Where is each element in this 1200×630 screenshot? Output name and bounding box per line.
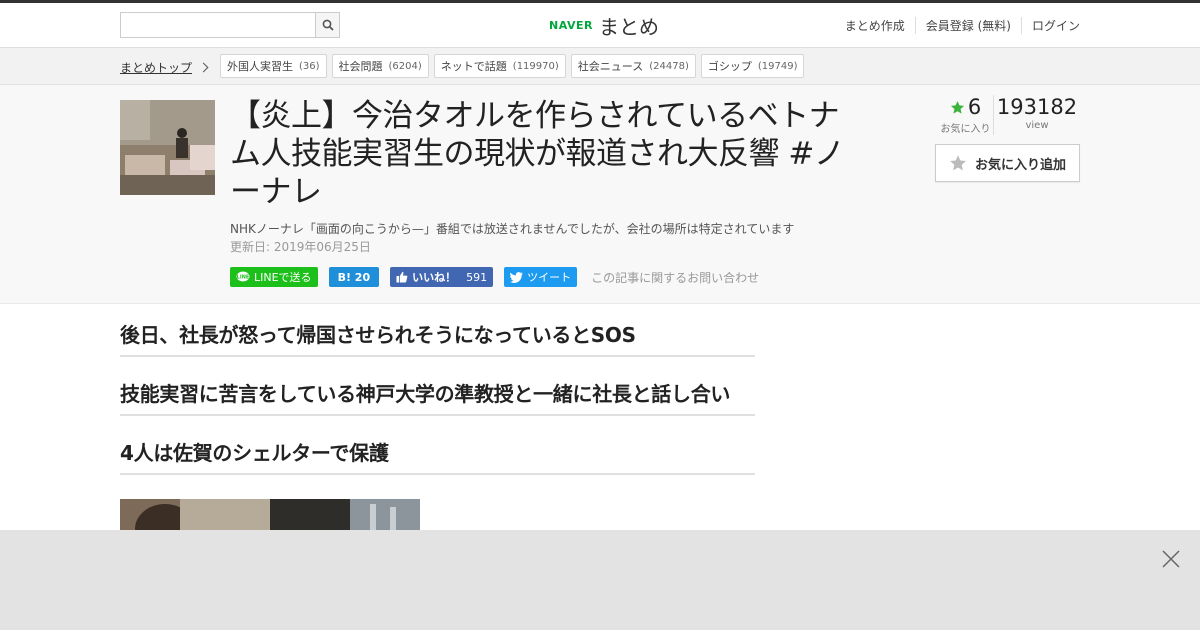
tag-count: (24478) bbox=[649, 60, 689, 72]
tag-count: (6204) bbox=[388, 60, 422, 72]
social-buttons: LINE LINEで送る B! 20 いいね！ 591 ツイート この記事に関す… bbox=[230, 267, 759, 287]
facebook-like-count: 591 bbox=[466, 270, 488, 284]
close-ad-button[interactable] bbox=[1162, 550, 1180, 568]
favorites-stat: 6 お気に入り bbox=[938, 95, 994, 135]
section-heading: 後日、社長が怒って帰国させられそうになっているとSOS bbox=[120, 319, 755, 357]
line-share-label: LINEで送る bbox=[254, 271, 312, 284]
article-content: 後日、社長が怒って帰国させられそうになっているとSOS 技能実習に苦言をしている… bbox=[120, 307, 755, 539]
add-favorite-button[interactable]: お気に入り追加 bbox=[935, 144, 1080, 182]
article-header: 【炎上】今治タオルを作らされているベトナム人技能実習生の現状が報道され大反響 #… bbox=[0, 85, 1200, 304]
tag-count: (36) bbox=[299, 60, 320, 72]
article-title: 【炎上】今治タオルを作らされているベトナム人技能実習生の現状が報道され大反響 #… bbox=[230, 98, 845, 210]
search-box bbox=[120, 12, 340, 38]
top-links: まとめ作成 会員登録 (無料) ログイン bbox=[845, 17, 1080, 34]
login-link[interactable]: ログイン bbox=[1020, 17, 1080, 34]
twitter-bird-icon bbox=[510, 271, 523, 283]
tag-label: 社会ニュース bbox=[577, 60, 644, 73]
tag-item[interactable]: ゴシップ (19749) bbox=[700, 54, 805, 78]
svg-text:LINE: LINE bbox=[237, 275, 250, 281]
favorites-label: お気に入り bbox=[940, 124, 991, 135]
facebook-like-button[interactable]: いいね！ 591 bbox=[390, 267, 494, 287]
thumbnail-image bbox=[120, 100, 215, 195]
tag-label: 外国人実習生 bbox=[227, 60, 293, 73]
logo-name: まとめ bbox=[598, 14, 659, 39]
close-icon bbox=[1162, 550, 1180, 568]
create-matome-link[interactable]: まとめ作成 bbox=[845, 17, 915, 34]
search-input[interactable] bbox=[121, 13, 316, 37]
ad-banner bbox=[0, 530, 1200, 630]
star-icon bbox=[950, 100, 964, 114]
hatena-bookmark-button[interactable]: B! 20 bbox=[328, 267, 380, 287]
facebook-like-label: いいね！ bbox=[412, 271, 457, 284]
tag-item[interactable]: 外国人実習生 (36) bbox=[220, 54, 327, 78]
tag-item[interactable]: 社会ニュース (24478) bbox=[570, 54, 696, 78]
article-thumbnail[interactable] bbox=[120, 100, 215, 195]
site-logo[interactable]: NAVER まとめ bbox=[549, 11, 659, 39]
line-icon: LINE bbox=[236, 271, 250, 282]
tweet-label: ツイート bbox=[527, 271, 572, 284]
tag-count: (19749) bbox=[757, 60, 798, 72]
tag-label: 社会問題 bbox=[338, 60, 383, 73]
breadcrumb-home-label: まとめトップ bbox=[120, 61, 193, 75]
tag-item[interactable]: 社会問題 (6204) bbox=[331, 54, 429, 78]
breadcrumb-home[interactable]: まとめトップ bbox=[120, 59, 209, 76]
line-share-button[interactable]: LINE LINEで送る bbox=[230, 267, 318, 287]
search-button[interactable] bbox=[315, 13, 339, 37]
views-label: view bbox=[1025, 120, 1049, 131]
top-bar: NAVER まとめ まとめ作成 会員登録 (無料) ログイン bbox=[0, 0, 1200, 48]
search-icon bbox=[322, 19, 334, 31]
contact-link[interactable]: この記事に関するお問い合わせ bbox=[591, 269, 759, 286]
tag-list: 外国人実習生 (36) 社会問題 (6204) ネットで話題 (119970) 社会ニ… bbox=[220, 54, 805, 78]
register-link[interactable]: 会員登録 (無料) bbox=[914, 17, 1021, 34]
tag-item[interactable]: ネットで話題 (119970) bbox=[433, 54, 566, 78]
favorites-count: 6 bbox=[967, 95, 982, 119]
section-heading: 4人は佐賀のシェルターで保護 bbox=[120, 437, 755, 475]
article-stats: 6 お気に入り 193182 view bbox=[938, 95, 1080, 135]
star-outline-icon bbox=[950, 155, 966, 171]
views-stat: 193182 view bbox=[994, 95, 1080, 135]
tag-count: (119970) bbox=[512, 60, 559, 72]
tag-label: ゴシップ bbox=[707, 60, 752, 73]
breadcrumb: まとめトップ 外国人実習生 (36) 社会問題 (6204) ネットで話題 (1199… bbox=[0, 48, 1200, 85]
add-favorite-label: お気に入り追加 bbox=[974, 157, 1066, 173]
thumbs-up-icon bbox=[396, 271, 408, 283]
article-description: NHKノーナレ「画面の向こうから—」番組では放送されませんでしたが、会社の場所は… bbox=[230, 222, 795, 236]
section-heading: 技能実習に苦言をしている神戸大学の準教授と一緒に社長と話し合い bbox=[120, 378, 755, 416]
tag-label: ネットで話題 bbox=[440, 60, 507, 73]
logo-brand: NAVER bbox=[549, 18, 593, 32]
tweet-button[interactable]: ツイート bbox=[504, 267, 578, 287]
hatena-label: B! 20 bbox=[337, 270, 371, 284]
chevron-right-icon bbox=[198, 62, 209, 73]
updated-date: 更新日: 2019年06月25日 bbox=[230, 240, 371, 254]
views-count: 193182 bbox=[996, 95, 1078, 119]
